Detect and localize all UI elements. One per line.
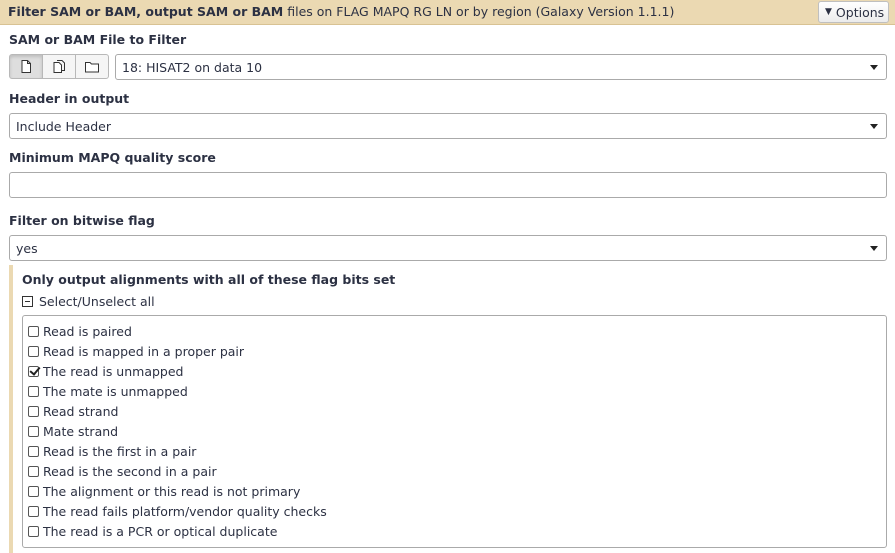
checkbox-icon[interactable] [28,526,39,537]
options-label: Options [835,4,885,20]
dropdown-arrow-icon [870,124,878,129]
checkbox-icon[interactable] [28,346,39,357]
flag-option-label: The alignment or this read is not primar… [43,484,301,499]
conditional-section-bar [9,265,13,553]
checkbox-icon[interactable] [28,446,39,457]
minus-square-icon [22,296,33,307]
checkbox-icon[interactable] [28,466,39,477]
header-output-select[interactable]: Include Header [9,113,887,139]
flag-option[interactable]: Mate strand [28,424,118,439]
bitwise-label: Filter on bitwise flag [9,213,155,228]
input-file-label: SAM or BAM File to Filter [9,32,187,47]
flag-option[interactable]: Read is the second in a pair [28,464,217,479]
flag-option[interactable]: The read is unmapped [28,364,183,379]
header-output-label: Header in output [9,91,130,106]
options-button[interactable]: ▼ Options [818,1,889,23]
checkbox-icon[interactable] [28,326,39,337]
caret-down-icon: ▼ [825,7,832,17]
flag-option-label: Read is mapped in a proper pair [43,344,245,359]
flag-option[interactable]: The read is a PCR or optical duplicate [28,524,277,539]
dropdown-arrow-icon [870,65,878,70]
flag-option[interactable]: Read is the first in a pair [28,444,196,459]
flag-option[interactable]: The read fails platform/vendor quality c… [28,504,327,519]
flag-option[interactable]: The alignment or this read is not primar… [28,484,300,499]
single-dataset-button[interactable] [9,54,43,79]
checkbox-checked-icon[interactable] [28,366,39,377]
flag-option-label: The read fails platform/vendor quality c… [43,504,327,519]
mapq-label: Minimum MAPQ quality score [9,150,216,165]
single-file-icon [21,60,31,73]
flag-option[interactable]: Read is paired [28,324,132,339]
flag-checklist: Read is paired Read is mapped in a prope… [22,315,887,548]
checkbox-icon[interactable] [28,406,39,417]
flag-option-label: The mate is unmapped [43,384,188,399]
input-file-select[interactable]: 18: HISAT2 on data 10 [115,54,887,80]
collection-folder-icon [85,61,99,72]
flag-option[interactable]: The mate is unmapped [28,384,188,399]
bitwise-select[interactable]: yes [9,235,887,261]
checkbox-icon[interactable] [28,386,39,397]
flag-option[interactable]: Read strand [28,404,118,419]
mapq-input[interactable] [9,172,887,198]
flag-option[interactable]: Read is mapped in a proper pair [28,344,244,359]
tool-title-rest: files on FLAG MAPQ RG LN or by region (G… [283,4,675,19]
flag-option-label: Read strand [43,404,119,419]
checkbox-icon[interactable] [28,486,39,497]
tool-header: Filter SAM or BAM, output SAM or BAM fil… [0,0,895,25]
tool-title-bold: Filter SAM or BAM, output SAM or BAM [8,4,284,19]
dropdown-arrow-icon [870,246,878,251]
tool-title: Filter SAM or BAM, output SAM or BAM fil… [8,4,674,19]
flag-option-label: Read is the second in a pair [43,464,217,479]
checkbox-icon[interactable] [28,426,39,437]
multiple-files-icon [53,60,65,73]
flag-option-label: The read is a PCR or optical duplicate [43,524,278,539]
multiple-datasets-button[interactable] [42,54,76,79]
dataset-collection-button[interactable] [75,54,109,79]
flag-option-label: The read is unmapped [43,364,184,379]
input-file-value: 18: HISAT2 on data 10 [122,59,263,75]
flag-option-label: Read is the first in a pair [43,444,197,459]
flag-bits-label: Only output alignments with all of these… [22,272,396,287]
input-mode-button-group [9,54,111,79]
flag-option-label: Read is paired [43,324,132,339]
header-output-value: Include Header [16,118,111,134]
flag-option-label: Mate strand [43,424,119,439]
checkbox-icon[interactable] [28,506,39,517]
select-all-toggle[interactable]: Select/Unselect all [22,294,155,309]
bitwise-value: yes [16,240,38,256]
select-all-label: Select/Unselect all [39,294,155,309]
